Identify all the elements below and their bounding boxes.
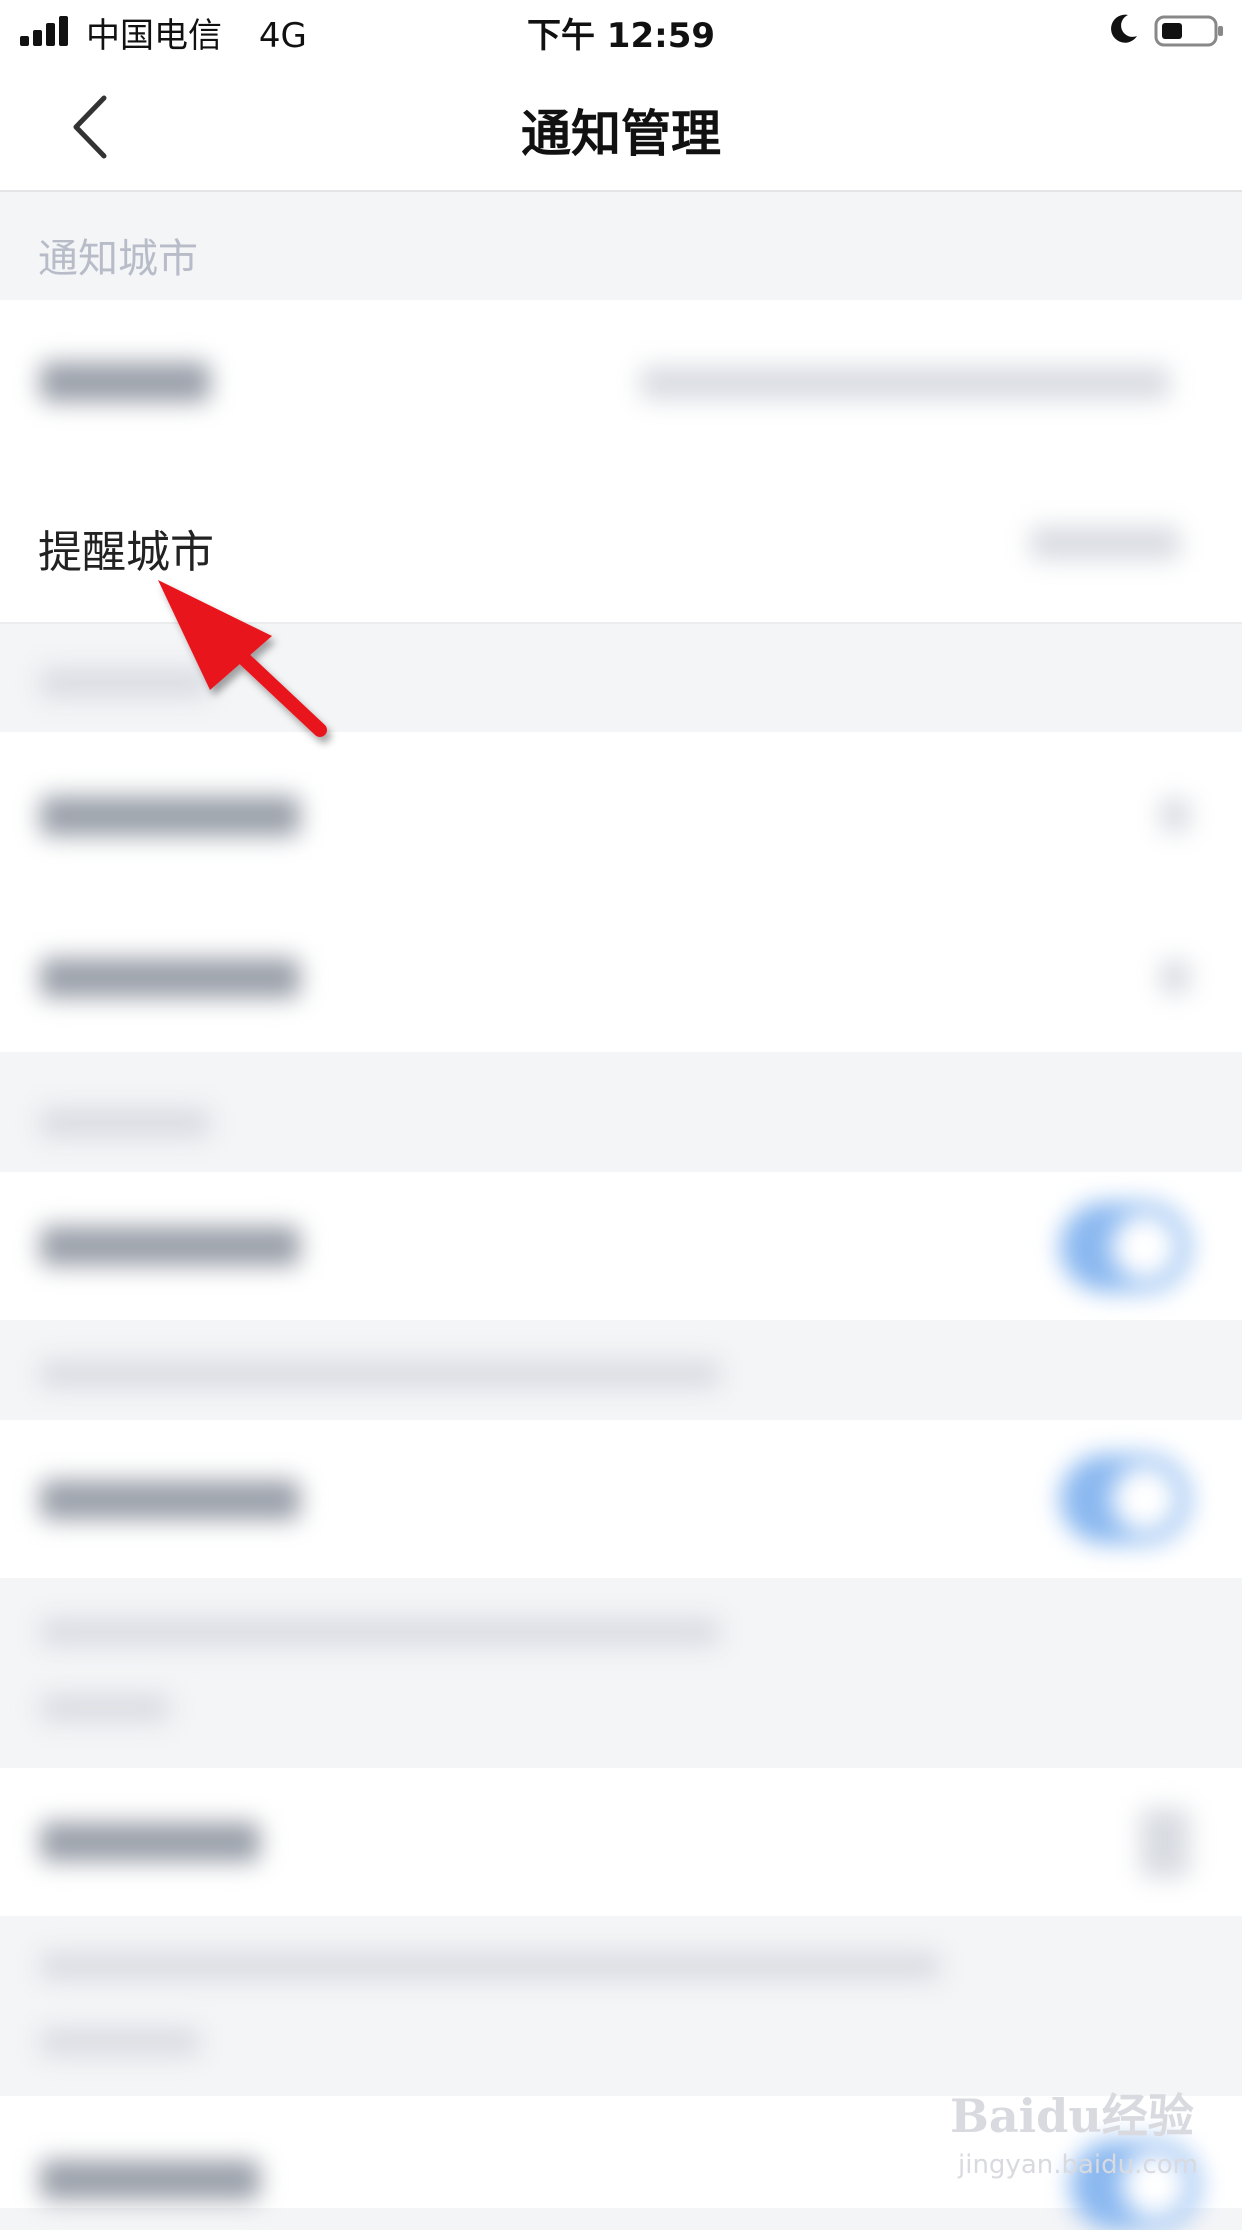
battery-icon: [1154, 15, 1223, 47]
do-not-disturb-moon-icon: [1111, 14, 1137, 43]
blurred-toggle-row[interactable]: [0, 1172, 1242, 1320]
watermark-logo-text: Baidu经验: [950, 2089, 1194, 2143]
blurred-section-header: [0, 1052, 1242, 1172]
blurred-toggle-row[interactable]: [0, 1420, 1242, 1578]
blurred-settings-group: [0, 732, 1242, 1052]
blurred-description: [0, 1916, 1242, 2096]
toggle-switch[interactable]: [1060, 1202, 1190, 1292]
network-type: 4G: [258, 16, 307, 56]
baidu-jingyan-watermark: Baidu经验 jingyan.baidu.com: [950, 2070, 1210, 2190]
blurred-description: [0, 1578, 1242, 1768]
cellular-signal-icon: [20, 16, 68, 46]
blurred-settings-row[interactable]: [0, 1768, 1242, 1916]
carrier-name: 中国电信: [86, 16, 222, 56]
blurred-description: [0, 1320, 1242, 1420]
blurred-settings-row[interactable]: [0, 300, 1242, 464]
nav-bar: 通知管理: [0, 62, 1242, 192]
section-label-notify-city: 通知城市: [38, 236, 198, 282]
carrier-info: 中国电信 4G: [86, 8, 307, 57]
back-chevron-icon[interactable]: [60, 92, 130, 162]
toggle-switch[interactable]: [1060, 1454, 1190, 1544]
status-bar: 中国电信 4G 下午 12:59: [0, 0, 1242, 62]
notify-city-section-header: 通知城市: [0, 192, 1242, 300]
annotation-arrow-icon: [158, 580, 327, 737]
watermark-url: jingyan.baidu.com: [958, 2150, 1198, 2180]
page-title: 通知管理: [521, 105, 721, 163]
